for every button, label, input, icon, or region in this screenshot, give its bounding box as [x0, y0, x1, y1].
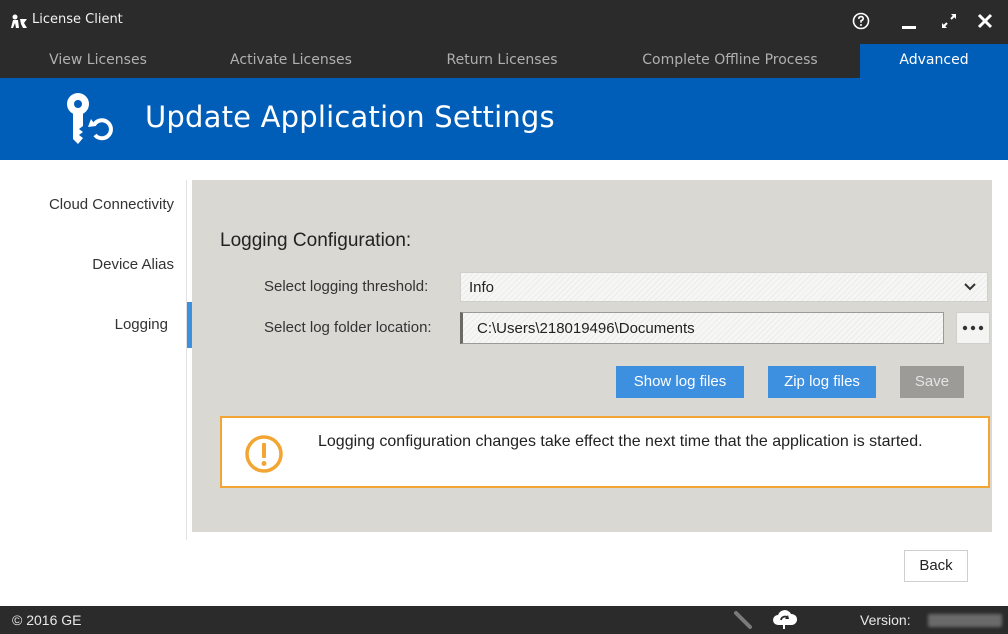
- help-button[interactable]: [848, 8, 874, 34]
- status-bar: © 2016 GE Version:: [0, 606, 1008, 634]
- help-circle-icon: [852, 12, 870, 30]
- show-log-files-button[interactable]: Show log files: [616, 366, 744, 398]
- page-header: Update Application Settings: [0, 78, 1008, 160]
- license-client-window: License Client View Licenses Activate Li…: [0, 0, 1008, 634]
- minimize-button[interactable]: [896, 8, 922, 34]
- sidebar-item-device-alias[interactable]: Device Alias: [0, 242, 186, 288]
- app-title: License Client: [32, 12, 123, 27]
- log-folder-input[interactable]: [460, 312, 944, 344]
- logging-settings-panel: Logging Configuration: Select logging th…: [192, 180, 992, 532]
- section-title: Logging Configuration:: [220, 230, 412, 251]
- minimize-icon: [902, 26, 916, 29]
- logging-threshold-value: Info: [469, 279, 495, 296]
- more-dots-icon: [962, 325, 984, 331]
- chevron-down-icon: [953, 273, 987, 301]
- key-refresh-icon: [67, 93, 113, 144]
- settings-sidebar: Cloud Connectivity Device Alias Logging: [0, 160, 192, 540]
- maximize-icon: [942, 14, 956, 28]
- sidebar-item-cloud-connectivity[interactable]: Cloud Connectivity: [0, 182, 186, 228]
- threshold-label: Select logging threshold:: [264, 278, 429, 295]
- tab-view-licenses[interactable]: View Licenses: [20, 44, 176, 78]
- maximize-button[interactable]: [936, 8, 962, 34]
- title-bar: License Client: [0, 0, 1008, 44]
- logging-threshold-select[interactable]: Info: [460, 272, 988, 302]
- sidebar-divider: [186, 180, 187, 540]
- tab-return-licenses[interactable]: Return Licenses: [414, 44, 590, 78]
- save-button[interactable]: Save: [900, 366, 964, 398]
- restart-notice-alert: Logging configuration changes take effec…: [220, 416, 990, 488]
- tab-activate-licenses[interactable]: Activate Licenses: [196, 44, 386, 78]
- close-button[interactable]: [972, 8, 998, 34]
- version-label: Version:: [860, 612, 911, 628]
- browse-folder-button[interactable]: [956, 312, 990, 344]
- tab-complete-offline-process[interactable]: Complete Offline Process: [610, 44, 850, 78]
- pen-icon: [734, 611, 752, 629]
- back-button[interactable]: Back: [904, 550, 968, 582]
- tab-advanced[interactable]: Advanced: [860, 44, 1008, 78]
- page-title: Update Application Settings: [145, 100, 555, 134]
- close-icon: [977, 13, 993, 29]
- cloud-sync-icon[interactable]: [772, 609, 798, 631]
- copyright-text: © 2016 GE: [12, 612, 82, 628]
- sidebar-item-logging[interactable]: Logging: [0, 302, 192, 348]
- folder-label: Select log folder location:: [264, 319, 432, 336]
- version-value-redacted: [928, 614, 1002, 627]
- alert-message: Logging configuration changes take effec…: [318, 433, 923, 450]
- main-tab-bar: View Licenses Activate Licenses Return L…: [0, 44, 1008, 78]
- warning-circle-icon: [245, 435, 283, 473]
- zip-log-files-button[interactable]: Zip log files: [768, 366, 876, 398]
- app-logo-icon: [11, 14, 27, 28]
